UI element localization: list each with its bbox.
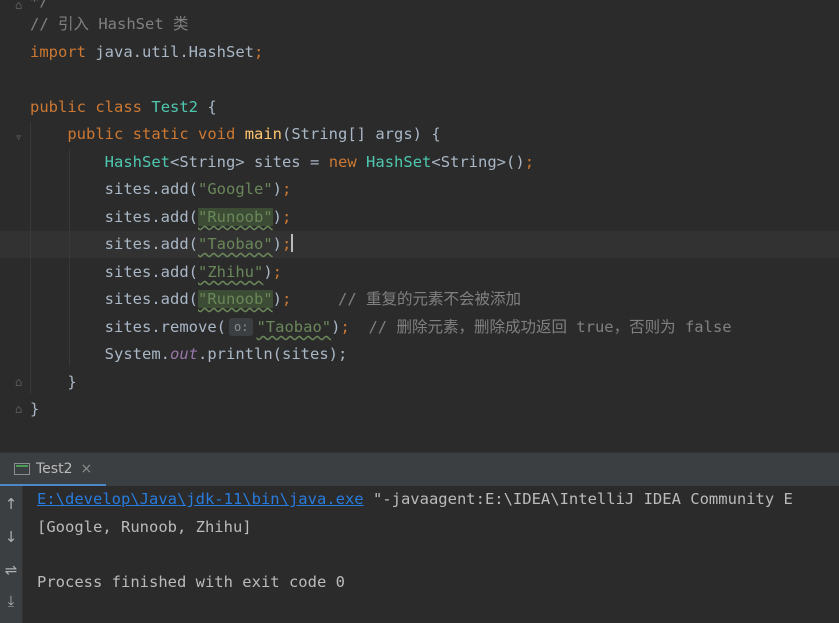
code-line: public class Test2 { [30,98,217,116]
variable-ref: sites. [104,235,161,253]
java-exe-link[interactable]: E:\develop\Java\jdk-11\bin\java.exe [37,490,364,508]
code-line: sites.add("Zhihu"); [104,263,283,281]
fold-icon[interactable]: ⌂ [15,0,22,12]
tab-test2[interactable]: Test2 × [0,453,107,487]
code-line: // 引入 HashSet 类 [30,11,188,38]
variable-ref: sites. [104,180,161,198]
code-line: sites.add("Runoob"); // 重复的元素不会被添加 [104,290,522,308]
method-params: (String[] args) { [282,125,441,143]
code-line: HashSet<String> sites = new HashSet<Stri… [104,153,535,171]
static-field: out [170,345,198,363]
generic-type: <String> [169,153,245,171]
code-line: sites.add("Runoob"); [104,208,292,226]
comment-text: // 重复的元素不会被添加 [338,290,522,308]
comment-text: // 删除元素，删除成功返回 true，否则为 false [368,318,732,336]
code-editor[interactable]: ⌂ ▿ ⌂ ⌂ */ // 引入 HashSet 类 import java.u… [0,0,839,452]
arrow-down-icon[interactable]: ↓ [2,527,20,547]
code-line-current: sites.add("Taobao"); [104,234,294,253]
string-literal: "Zhihu" [198,263,264,281]
keyword: class [95,98,143,116]
method-name: main [244,125,283,143]
run-console[interactable]: ↑ ↓ ⇌ ⤓ E:\develop\Java\jdk-11\bin\java.… [0,486,839,623]
type-name: HashSet [104,153,170,171]
keyword: public [67,125,124,143]
generic-type: <String> [431,153,507,171]
console-finish-line: Process finished with exit code 0 [37,573,345,591]
method-args: (sites); [272,345,348,363]
variable-ref: sites. [104,318,161,336]
string-literal: "Taobao" [198,235,273,253]
fold-icon[interactable]: ▿ [15,130,22,144]
variable-ref: sites. [104,290,161,308]
string-literal: "Google" [198,180,273,198]
arrow-up-icon[interactable]: ↑ [2,494,20,514]
run-tool-window-header: Test2 × [0,452,839,487]
closing-brace: } [30,400,40,418]
close-icon[interactable]: × [80,461,92,477]
string-literal-duplicate[interactable]: "Runoob" [198,208,273,226]
method-call: add [160,180,189,198]
variable-ref: sites. [104,263,161,281]
semicolon: ; [253,43,264,61]
code-line: sites.remove(o: "Taobao"); // 删除元素，删除成功返回… [104,318,732,336]
variable-name: sites [253,153,301,171]
console-output-line: [Google, Runoob, Zhihu] [37,518,252,536]
type-name: HashSet [366,153,432,171]
parameter-hint: o: [229,318,254,336]
keyword: void [198,125,236,143]
keyword: import [30,43,86,61]
import-path: java.util.HashSet [95,43,254,61]
method-call: add [160,208,189,226]
code-line: System.out.println(sites); [104,345,348,363]
fold-icon[interactable]: ⌂ [15,402,22,416]
keyword: static [132,125,189,143]
code-line: sites.add("Google"); [104,180,292,198]
console-icon [14,462,30,475]
fold-icon[interactable]: ⌂ [15,375,22,389]
method-call: println [207,345,273,363]
closing-brace: } [67,373,77,391]
class-ref: System [104,345,161,363]
code-line: } [30,396,39,423]
method-call: add [160,263,189,281]
comment-text: */ [30,0,49,10]
string-literal: "Taobao" [256,318,332,336]
method-call: remove [160,318,217,336]
java-args: "-javaagent:E:\IDEA\IntelliJ IDEA Commun… [363,490,793,508]
keyword: public [30,98,86,116]
code-line: public static void main(String[] args) { [30,121,441,148]
string-literal-duplicate[interactable]: "Runoob" [198,290,273,308]
keyword: new [328,153,357,171]
method-call: add [160,290,189,308]
code-line: } [30,369,77,396]
variable-ref: sites. [104,208,161,226]
console-toolbar: ↑ ↓ ⇌ ⤓ [0,486,23,623]
soft-wrap-icon[interactable]: ⇌ [2,560,20,580]
scroll-to-end-icon[interactable]: ⤓ [2,591,20,611]
text-caret [291,234,294,252]
code-line: import java.util.HashSet; [30,39,263,66]
tab-label: Test2 [36,460,73,477]
console-command-line: E:\develop\Java\jdk-11\bin\java.exe "-ja… [37,486,793,513]
comment-text: // 引入 HashSet 类 [30,15,189,33]
class-name: Test2 [151,98,199,116]
method-call: add [160,235,189,253]
